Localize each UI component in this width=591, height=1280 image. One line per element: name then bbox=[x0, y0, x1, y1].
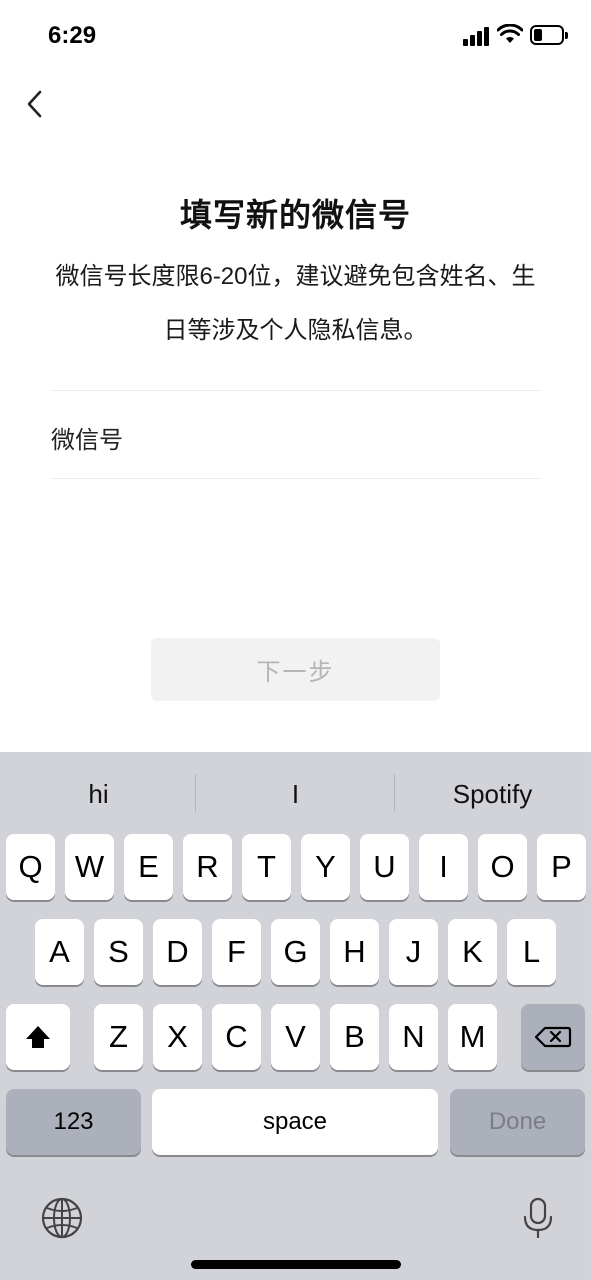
battery-fill bbox=[534, 29, 542, 41]
shift-key[interactable] bbox=[6, 1004, 70, 1070]
key-s[interactable]: S bbox=[94, 919, 143, 985]
key-n[interactable]: N bbox=[389, 1004, 438, 1070]
keyboard: hi I Spotify Q W E R T Y U I O P A S D F… bbox=[0, 752, 591, 1280]
key-g[interactable]: G bbox=[271, 919, 320, 985]
key-u[interactable]: U bbox=[360, 834, 409, 900]
suggestion-2[interactable]: I bbox=[197, 774, 394, 814]
key-f[interactable]: F bbox=[212, 919, 261, 985]
key-e[interactable]: E bbox=[124, 834, 173, 900]
delete-key[interactable] bbox=[521, 1004, 585, 1070]
key-a[interactable]: A bbox=[35, 919, 84, 985]
suggestion-divider bbox=[195, 774, 196, 812]
space-key[interactable]: space bbox=[152, 1089, 438, 1155]
wechat-id-input[interactable] bbox=[150, 410, 541, 460]
home-indicator bbox=[191, 1260, 401, 1269]
key-y[interactable]: Y bbox=[301, 834, 350, 900]
field-bottom-divider bbox=[51, 478, 541, 479]
done-key[interactable]: Done bbox=[450, 1089, 585, 1155]
key-m[interactable]: M bbox=[448, 1004, 497, 1070]
suggestion-1[interactable]: hi bbox=[0, 774, 197, 814]
key-x[interactable]: X bbox=[153, 1004, 202, 1070]
key-b[interactable]: B bbox=[330, 1004, 379, 1070]
key-p[interactable]: P bbox=[537, 834, 586, 900]
key-c[interactable]: C bbox=[212, 1004, 261, 1070]
key-z[interactable]: Z bbox=[94, 1004, 143, 1070]
key-q[interactable]: Q bbox=[6, 834, 55, 900]
numbers-key[interactable]: 123 bbox=[6, 1089, 141, 1155]
key-d[interactable]: D bbox=[153, 919, 202, 985]
key-v[interactable]: V bbox=[271, 1004, 320, 1070]
suggestion-bar: hi I Spotify bbox=[0, 752, 591, 834]
chevron-left-icon bbox=[27, 90, 42, 118]
suggestion-3[interactable]: Spotify bbox=[394, 774, 591, 814]
key-j[interactable]: J bbox=[389, 919, 438, 985]
battery-icon bbox=[530, 25, 568, 45]
shift-icon bbox=[26, 1026, 50, 1048]
globe-icon[interactable] bbox=[40, 1196, 84, 1240]
key-t[interactable]: T bbox=[242, 834, 291, 900]
key-k[interactable]: K bbox=[448, 919, 497, 985]
status-time: 6:29 bbox=[48, 22, 97, 49]
field-top-divider bbox=[51, 390, 541, 391]
microphone-icon[interactable] bbox=[520, 1196, 556, 1240]
cellular-signal-icon bbox=[463, 26, 491, 46]
page-title: 填写新的微信号 bbox=[179, 197, 411, 233]
backspace-icon bbox=[534, 1026, 572, 1048]
wifi-icon bbox=[497, 24, 523, 43]
key-i[interactable]: I bbox=[419, 834, 468, 900]
key-l[interactable]: L bbox=[507, 919, 556, 985]
key-w[interactable]: W bbox=[65, 834, 114, 900]
status-bar: 6:29 bbox=[0, 0, 591, 72]
back-button[interactable] bbox=[18, 84, 58, 124]
next-button[interactable]: 下一步 bbox=[151, 638, 440, 701]
key-r[interactable]: R bbox=[183, 834, 232, 900]
key-o[interactable]: O bbox=[478, 834, 527, 900]
page-description: 微信号长度限6-20位，建议避免包含姓名、生日等涉及个人隐私信息。 bbox=[55, 263, 536, 344]
key-h[interactable]: H bbox=[330, 919, 379, 985]
wechat-id-label: 微信号 bbox=[51, 427, 123, 454]
